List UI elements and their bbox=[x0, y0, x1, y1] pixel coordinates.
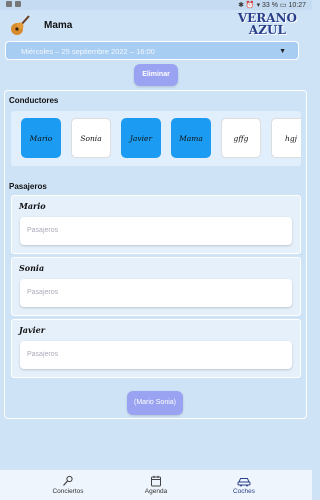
nav-item-agenda[interactable]: Agenda bbox=[116, 470, 196, 495]
notification-icons bbox=[6, 1, 21, 7]
calendar-icon bbox=[151, 475, 161, 487]
concert-select[interactable]: Miércoles – 25 septiembre 2022 – 16:00 ▼ bbox=[5, 41, 299, 60]
verano-azul-logo: VERANO AZUL bbox=[237, 11, 297, 37]
concert-select-value: Miércoles – 25 septiembre 2022 – 16:00 bbox=[21, 47, 155, 56]
driver-chip[interactable]: hgj bbox=[271, 118, 301, 158]
passenger-card: Javier Pasajeros bbox=[11, 319, 301, 378]
microphone-icon bbox=[63, 475, 73, 486]
nav-item-coches[interactable]: Coches bbox=[204, 470, 284, 495]
passenger-card-driver: Javier bbox=[19, 325, 45, 335]
driver-chip[interactable]: Javier bbox=[121, 118, 161, 158]
dropdown-caret-icon: ▼ bbox=[279, 48, 286, 55]
drivers-title: Conductores bbox=[9, 96, 59, 105]
passenger-summary-button[interactable]: (Mario Sonia) bbox=[127, 391, 183, 415]
status-text: ✱ ⏰ ▾ 33 % ▭ 10:27 bbox=[238, 2, 306, 9]
passengers-input[interactable]: Pasajeros bbox=[20, 217, 292, 245]
page-title: Mama bbox=[44, 20, 73, 31]
nav-item-conciertos[interactable]: Conciertos bbox=[28, 470, 108, 495]
driver-chip[interactable]: Mama bbox=[171, 118, 211, 158]
bottom-navigation: Conciertos Agenda Coches bbox=[0, 470, 312, 500]
status-bar: ✱ ⏰ ▾ 33 % ▭ 10:27 bbox=[0, 0, 312, 10]
drivers-list[interactable]: Mario Sonia Javier Mama gffg hgj bbox=[11, 111, 301, 166]
driver-chip[interactable]: Mario bbox=[21, 118, 61, 158]
app-bar: Mama VERANO AZUL bbox=[0, 10, 312, 42]
driver-chip[interactable]: gffg bbox=[221, 118, 261, 158]
passenger-card-driver: Mario bbox=[19, 201, 46, 211]
passenger-card: Sonia Pasajeros bbox=[11, 257, 301, 316]
passenger-card: Mario Pasajeros bbox=[11, 195, 301, 254]
passengers-input[interactable]: Pasajeros bbox=[20, 279, 292, 307]
passenger-card-driver: Sonia bbox=[19, 263, 45, 273]
passengers-input[interactable]: Pasajeros bbox=[20, 341, 292, 369]
car-icon bbox=[237, 478, 251, 487]
passengers-title: Pasajeros bbox=[9, 182, 47, 191]
delete-button[interactable]: Eliminar bbox=[134, 64, 178, 86]
driver-chip[interactable]: Sonia bbox=[71, 118, 111, 158]
guitar-icon bbox=[11, 15, 30, 35]
